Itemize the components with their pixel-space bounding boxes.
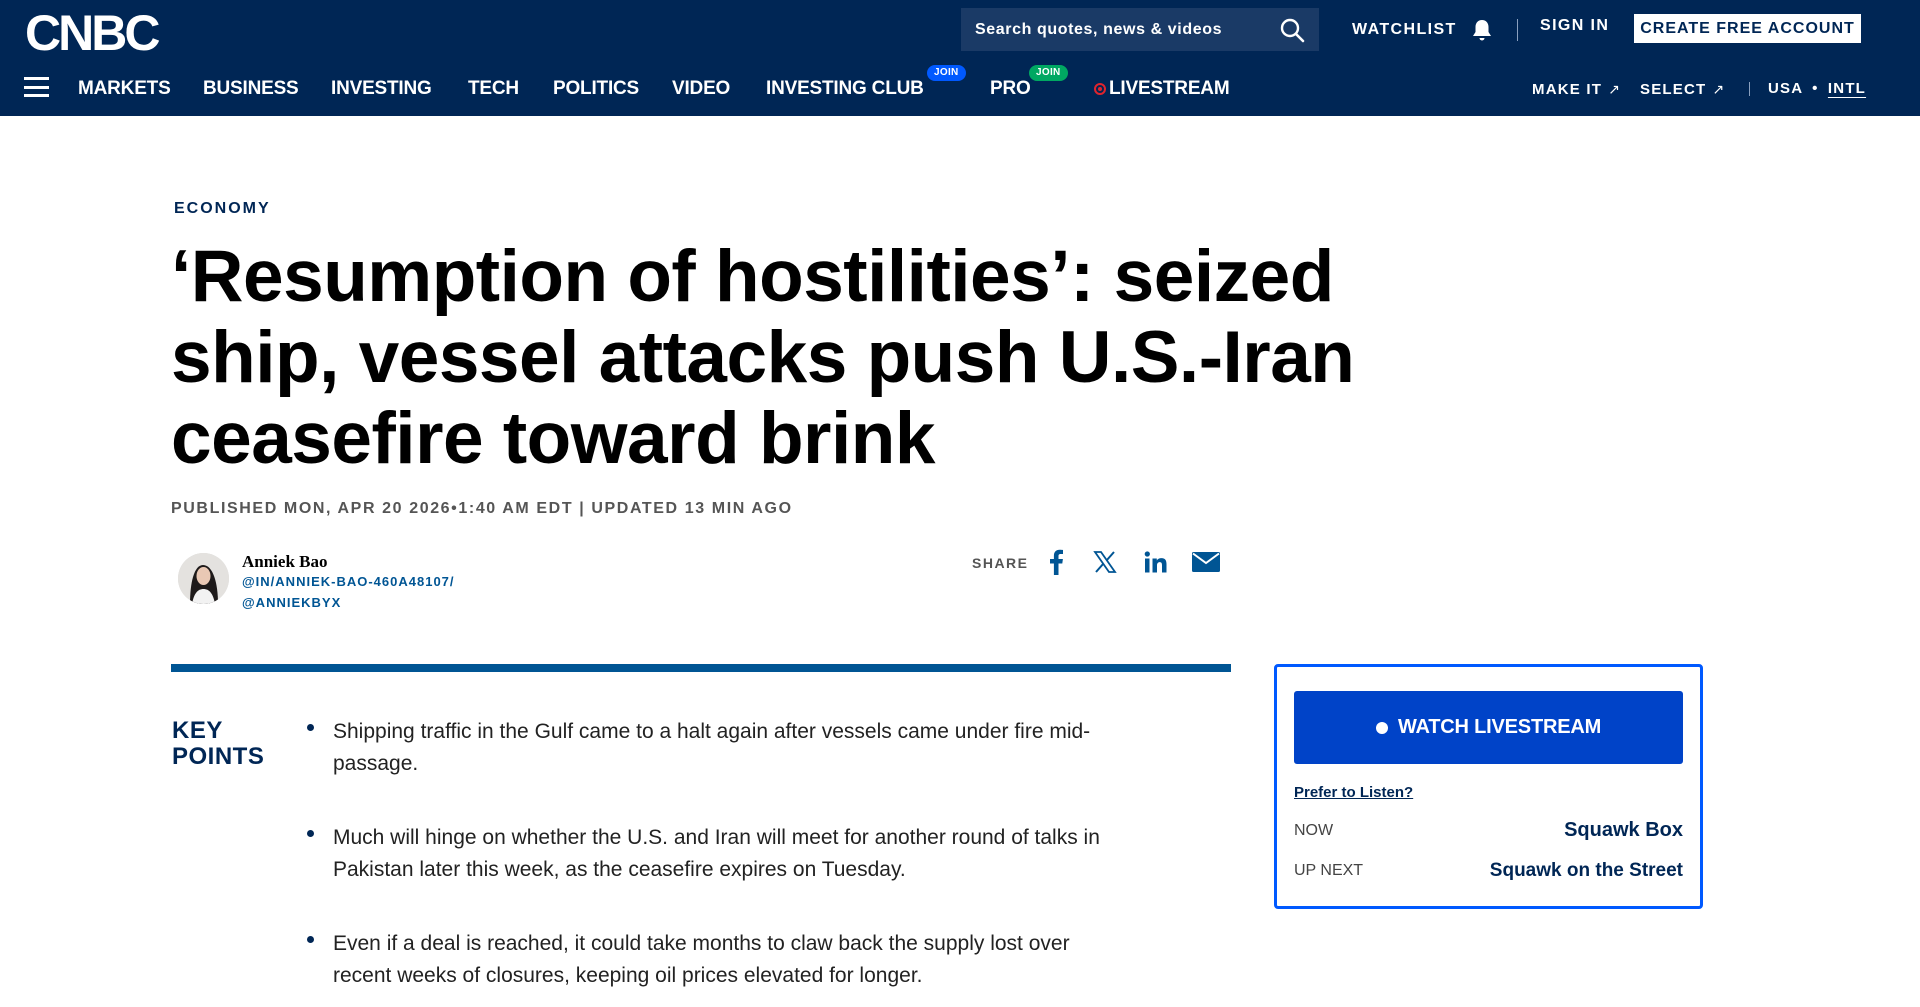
headline-line: ship, vessel attacks push U.S.-Iran (171, 317, 1355, 398)
section-divider (171, 664, 1231, 672)
linkedin-icon[interactable] (1142, 548, 1170, 576)
logo-text: CNBC (25, 5, 160, 61)
live-dot-icon (1094, 83, 1106, 95)
make-it-label: MAKE IT (1532, 81, 1603, 98)
email-icon[interactable] (1192, 548, 1220, 576)
search-icon[interactable] (1279, 17, 1305, 43)
watch-livestream-label: WATCH LIVESTREAM (1397, 716, 1602, 738)
prefer-to-listen-link[interactable]: Prefer to Listen? (1294, 784, 1413, 801)
nav-pro[interactable]: PRO (990, 77, 1031, 101)
nav-livestream-label: LIVESTREAM (1109, 78, 1230, 99)
external-arrow-icon: ↗ (1712, 81, 1726, 97)
nav-investing-club[interactable]: INVESTING CLUB (766, 77, 924, 101)
facebook-icon[interactable] (1042, 548, 1070, 576)
nav-politics[interactable]: POLITICS (553, 77, 639, 101)
livestream-card: WATCH LIVESTREAM Prefer to Listen? NOW S… (1274, 664, 1703, 909)
key-point-line: Shipping traffic in the Gulf came to a h… (333, 720, 1091, 743)
up-next-label: UP NEXT (1294, 862, 1364, 879)
join-badge-investing-club[interactable]: JOIN (927, 65, 966, 81)
share-label: SHARE (972, 555, 1029, 571)
select-link[interactable]: SELECT ↗ (1640, 79, 1725, 100)
region-separator: • (1812, 80, 1819, 97)
create-account-button[interactable]: CREATE FREE ACCOUNT (1634, 14, 1861, 43)
nav-video[interactable]: VIDEO (672, 77, 730, 101)
headline-line: ‘Resumption of hostilities’: seized (171, 236, 1334, 317)
author-twitter-handle[interactable]: @ANNIEKBYX (242, 595, 341, 610)
bell-icon (1469, 17, 1495, 43)
nav-divider (1749, 82, 1750, 96)
x-icon[interactable] (1091, 548, 1119, 576)
external-arrow-icon: ↗ (1608, 81, 1622, 97)
watchlist-label: WATCHLIST (1352, 21, 1457, 38)
publish-timestamp: PUBLISHED MON, APR 20 2026•1:40 AM EDT |… (171, 500, 793, 517)
headline-line: ceasefire toward brink (171, 398, 935, 479)
up-next-show-link[interactable]: Squawk on the Street (1490, 860, 1683, 882)
key-point-item: Shipping traffic in the Gulf came to a h… (333, 716, 1213, 780)
headline: ‘Resumption of hostilities’: seized ship… (171, 236, 1431, 479)
author-avatar[interactable] (178, 553, 229, 604)
live-dot-icon (1375, 721, 1388, 734)
make-it-link[interactable]: MAKE IT ↗ (1532, 79, 1621, 100)
search-input[interactable] (975, 20, 1279, 39)
nav-tech[interactable]: TECH (468, 77, 519, 101)
key-points-title: KEY POINTS (172, 718, 264, 770)
key-point-item: Much will hinge on whether the U.S. and … (333, 822, 1213, 886)
bullet-icon (307, 830, 314, 837)
region-intl[interactable]: INTL (1828, 80, 1866, 97)
key-point-line: Even if a deal is reached, it could take… (333, 932, 1070, 955)
select-label: SELECT (1640, 81, 1707, 98)
join-badge-pro[interactable]: JOIN (1029, 65, 1068, 81)
watchlist-button[interactable]: WATCHLIST (1352, 17, 1495, 43)
author-linkedin-handle[interactable]: @IN/ANNIEK-BAO-460A48107/ (242, 574, 455, 589)
region-usa[interactable]: USA (1768, 80, 1803, 97)
bullet-icon (307, 724, 314, 731)
sign-in-label: SIGN IN (1540, 17, 1610, 34)
nav-investing[interactable]: INVESTING (331, 77, 432, 101)
nav-investing-club-label: INVESTING CLUB (766, 78, 924, 99)
nav-business[interactable]: BUSINESS (203, 77, 299, 101)
bullet-icon (307, 936, 314, 943)
key-point-item: Even if a deal is reached, it could take… (333, 928, 1213, 992)
key-point-line: Much will hinge on whether the U.S. and … (333, 826, 1100, 849)
search-bar (961, 8, 1319, 51)
menu-icon[interactable] (24, 77, 49, 97)
author-name[interactable]: Anniek Bao (242, 552, 328, 572)
now-label: NOW (1294, 822, 1334, 839)
nav-pro-label: PRO (990, 78, 1031, 99)
key-point-line: recent weeks of closures, keeping oil pr… (333, 964, 923, 987)
key-point-line: Pakistan later this week, as the ceasefi… (333, 858, 906, 881)
section-label[interactable]: ECONOMY (174, 200, 271, 218)
sign-in-link[interactable]: SIGN IN (1540, 17, 1609, 35)
watch-livestream-button[interactable]: WATCH LIVESTREAM (1294, 691, 1683, 764)
key-points-title-line: KEY (172, 717, 223, 744)
nav-livestream[interactable]: LIVESTREAM (1094, 77, 1230, 101)
key-point-line: passage. (333, 752, 419, 775)
key-points-title-line: POINTS (172, 743, 265, 770)
region-switcher: USA • INTL (1768, 79, 1866, 99)
now-show-link[interactable]: Squawk Box (1564, 819, 1683, 842)
header-divider (1517, 19, 1518, 41)
nav-markets[interactable]: MARKETS (78, 77, 171, 101)
cnbc-logo[interactable]: CNBC (25, 5, 160, 61)
site-header: CNBC WATCHLIST SIGN IN CREATE FREE ACCOU… (0, 0, 1920, 116)
